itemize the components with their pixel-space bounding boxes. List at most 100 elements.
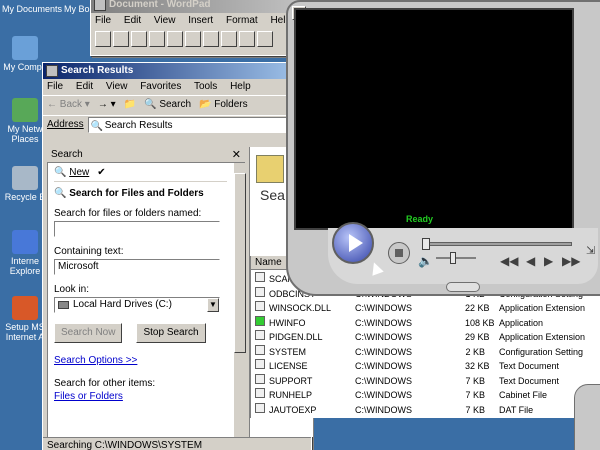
desktop-my-documents[interactable]: My Documents xyxy=(2,4,62,14)
file-row[interactable]: SYSTEM C:\WINDOWS 2 KB Configuration Settin… xyxy=(251,344,600,359)
print-preview-icon[interactable] xyxy=(167,31,183,47)
file-folder: C:\WINDOWS xyxy=(355,390,412,400)
search-menu-help[interactable]: Help xyxy=(230,81,251,92)
media-player-window[interactable]: Ready 🔈 ◀◀ ◀ ▶ ▶▶ ⇲ xyxy=(286,0,600,296)
save-icon[interactable] xyxy=(131,31,147,47)
search-pane-scrollbar[interactable] xyxy=(233,163,246,437)
scrollbar-thumb[interactable] xyxy=(234,173,246,353)
file-row[interactable]: SUPPORT C:\WINDOWS 7 KB Text Document xyxy=(251,373,600,388)
file-row[interactable]: LICENSE C:\WINDOWS 32 KB Text Document xyxy=(251,359,600,373)
search-menu-view[interactable]: View xyxy=(106,81,128,92)
new-doc-icon[interactable] xyxy=(95,31,111,47)
wordpad-menu-format[interactable]: Format xyxy=(226,15,258,26)
resize-icon[interactable]: ⇲ xyxy=(586,244,595,257)
up-folder-icon[interactable]: 📁 xyxy=(124,96,136,115)
wordpad-menu-file[interactable]: File xyxy=(95,15,111,26)
paste-icon[interactable] xyxy=(239,31,255,47)
desktop-icon-label: Interne Explore xyxy=(9,256,41,276)
file-row[interactable]: PIDGEN.DLL C:\WINDOWS 29 KB Application Ext… xyxy=(251,330,600,344)
search-results-icon: 🔍 xyxy=(90,120,104,132)
containing-text-input[interactable]: Microsoft xyxy=(54,259,220,275)
file-folder: C:\WINDOWS xyxy=(355,361,412,371)
desktop-icon-label: My Compu xyxy=(3,62,47,72)
file-row[interactable]: HWINFO C:\WINDOWS 108 KB Application xyxy=(251,315,600,330)
wordpad-titlebar[interactable]: Document - WordPad xyxy=(91,0,299,13)
wordpad-icon xyxy=(94,0,106,11)
cut-icon[interactable] xyxy=(203,31,219,47)
desktop-icon-label: Recycle B xyxy=(4,192,46,202)
wordpad-menu-edit[interactable]: Edit xyxy=(124,15,141,26)
address-input[interactable]: 🔍 Search Results xyxy=(87,116,311,133)
back-label: Back xyxy=(59,99,83,110)
forward-button[interactable]: → ▾ xyxy=(98,96,116,115)
search-assistant-icon[interactable]: ✔ xyxy=(97,167,105,178)
video-screen xyxy=(294,8,574,230)
new-search-button[interactable]: 🔍 New xyxy=(54,167,89,178)
copy-icon[interactable] xyxy=(221,31,237,47)
stop-button[interactable] xyxy=(388,242,410,264)
search-toolbar-label: Search xyxy=(159,99,192,110)
next-track-icon[interactable]: ▶▶ xyxy=(562,254,580,268)
back-button[interactable]: ← Back ▾ xyxy=(47,96,90,115)
volume-knob[interactable] xyxy=(449,252,456,264)
files-folders-link[interactable]: Files or Folders xyxy=(54,391,227,402)
print-icon[interactable] xyxy=(149,31,165,47)
folders-toolbar-button[interactable]: 📂 Folders xyxy=(199,96,248,115)
seek-bar[interactable] xyxy=(422,242,572,246)
desktop-my-briefcase[interactable]: My Bo xyxy=(64,4,90,14)
wordpad-menu-view[interactable]: View xyxy=(154,15,176,26)
file-folder: C:\WINDOWS xyxy=(355,317,412,328)
file-row[interactable]: JAUTOEXP C:\WINDOWS 7 KB DAT File xyxy=(251,402,600,417)
other-items-label: Search for other items: xyxy=(54,378,156,389)
file-size: 32 KB xyxy=(465,361,490,371)
play-button[interactable] xyxy=(332,222,374,264)
wordpad-window[interactable]: Document - WordPad File Edit View Insert… xyxy=(90,0,300,56)
file-icon xyxy=(255,272,265,282)
previous-track-icon[interactable]: ◀◀ xyxy=(500,254,518,268)
search-titlebar[interactable]: Search Results xyxy=(43,63,311,79)
search-menu-favorites[interactable]: Favorites xyxy=(140,81,181,92)
search-toolbar-button[interactable]: 🔍 Search xyxy=(144,96,191,115)
wordpad-menu-insert[interactable]: Insert xyxy=(188,15,213,26)
file-type: Application Extension xyxy=(499,332,586,342)
fast-forward-icon[interactable]: ▶ xyxy=(544,254,553,268)
file-folder: C:\WINDOWS xyxy=(355,346,412,357)
magnifier-icon: 🔍 xyxy=(54,188,67,199)
rewind-icon[interactable]: ◀ xyxy=(526,254,535,268)
file-icon xyxy=(255,315,265,326)
close-icon[interactable]: ✕ xyxy=(232,147,241,163)
file-type: DAT File xyxy=(499,404,534,415)
file-size: 7 KB xyxy=(465,404,485,415)
seek-thumb[interactable] xyxy=(422,238,430,250)
search-menu-edit[interactable]: Edit xyxy=(76,81,93,92)
undo-icon[interactable] xyxy=(257,31,273,47)
look-in-select[interactable]: Local Hard Drives (C:) ▼ xyxy=(54,297,220,313)
mute-icon[interactable]: 🔈 xyxy=(418,254,433,268)
search-now-button[interactable]: Search Now xyxy=(54,323,123,343)
player-menu-toggle[interactable] xyxy=(446,282,480,292)
stop-search-button[interactable]: Stop Search xyxy=(136,323,206,343)
volume-slider[interactable] xyxy=(436,252,476,264)
file-size: 7 KB xyxy=(465,390,485,400)
find-icon[interactable] xyxy=(185,31,201,47)
file-icon xyxy=(255,359,265,369)
named-input[interactable] xyxy=(54,221,220,237)
volume-track xyxy=(436,257,476,259)
search-menu-tools[interactable]: Tools xyxy=(194,81,217,92)
results-banner-text: Sea xyxy=(260,187,285,203)
open-folder-icon[interactable] xyxy=(113,31,129,47)
search-menu-file[interactable]: File xyxy=(47,81,63,92)
file-row[interactable]: WINSOCK.DLL C:\WINDOWS 22 KB Application Ex… xyxy=(251,301,600,315)
player-status: Ready xyxy=(406,214,434,224)
file-size: 22 KB xyxy=(465,303,490,313)
file-folder: C:\WINDOWS xyxy=(355,303,412,313)
file-size: 2 KB xyxy=(465,346,485,357)
wordpad-title: Document - WordPad xyxy=(109,0,211,10)
search-options-link[interactable]: Search Options >> xyxy=(54,355,227,366)
file-size: 108 KB xyxy=(465,317,495,328)
chevron-down-icon[interactable]: ▼ xyxy=(207,298,219,312)
file-row[interactable]: RUNHELP C:\WINDOWS 7 KB Cabinet File xyxy=(251,388,600,402)
file-type: Text Document xyxy=(499,375,560,386)
file-folder: C:\WINDOWS xyxy=(355,375,412,386)
search-pane-header: Search ✕ xyxy=(47,147,245,163)
